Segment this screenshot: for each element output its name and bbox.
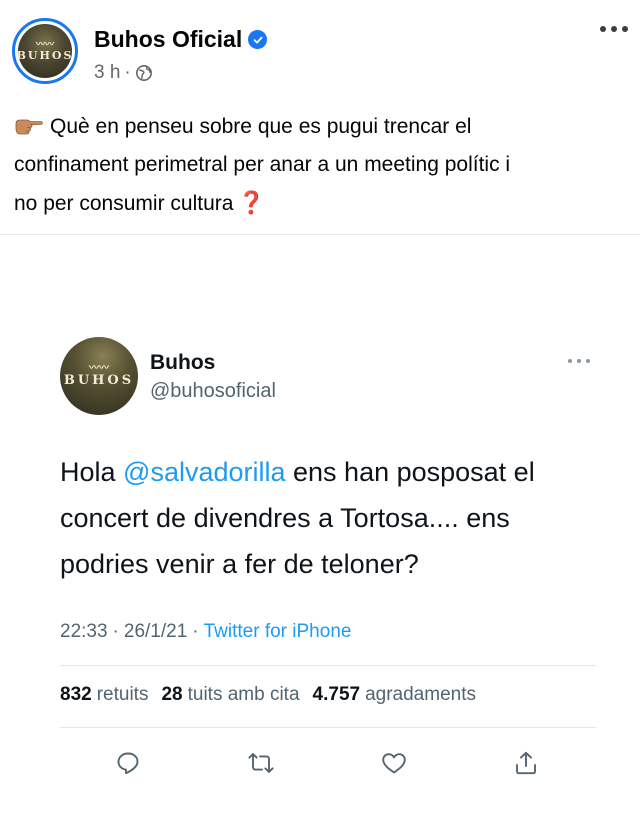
tweet-date: 26/1/21 bbox=[123, 621, 188, 642]
tweet-avatar: 〰〰 BUHOS bbox=[60, 337, 138, 415]
tweet-stats: 832 retuits 28 tuits amb cita 4.757 agradam… bbox=[60, 684, 489, 706]
tweet-meta-separator: · bbox=[112, 621, 119, 642]
retweets-count: 832 bbox=[60, 684, 92, 705]
post-header: 〰〰 BUHOS Buhos Oficial 3 h · bbox=[12, 14, 628, 90]
question-mark-emoji: ❓ bbox=[237, 190, 265, 215]
tweet-divider-top bbox=[60, 665, 596, 666]
tweet-text-start: Hola bbox=[60, 457, 124, 487]
tweet-avatar-logo-text: BUHOS bbox=[63, 373, 135, 388]
post-time[interactable]: 3 h bbox=[94, 62, 120, 84]
tweet-time: 22:33 bbox=[60, 621, 108, 642]
tweet-mention: @salvadorilla bbox=[123, 457, 286, 487]
tweet-source: Twitter for iPhone bbox=[203, 621, 352, 642]
avatar-logo-text: BUHOS bbox=[18, 48, 72, 62]
retweets-stat: 832 retuits bbox=[60, 684, 148, 706]
quotes-label: tuits amb cita bbox=[187, 684, 300, 705]
post-text-line-1: Què en penseu sobre que es pugui trencar… bbox=[50, 115, 472, 138]
share-icon bbox=[512, 749, 540, 777]
meta-separator: · bbox=[124, 62, 131, 83]
more-options-icon[interactable] bbox=[600, 20, 628, 38]
quotes-stat: 28 tuits amb cita bbox=[161, 684, 299, 706]
tweet-more-icon bbox=[568, 359, 590, 365]
likes-stat: 4.757 agradaments bbox=[313, 684, 476, 706]
quotes-count: 28 bbox=[161, 684, 183, 705]
likes-label: agradaments bbox=[365, 684, 476, 705]
tweet-text: Hola @salvadorilla ens han posposat el c… bbox=[60, 449, 600, 587]
pointing-hand-emoji bbox=[14, 110, 44, 135]
retweet-icon bbox=[247, 749, 275, 777]
page-name[interactable]: Buhos Oficial bbox=[94, 26, 242, 53]
globe-icon bbox=[135, 64, 153, 82]
tweet-meta-separator: · bbox=[192, 621, 199, 642]
tweet-handle: @buhosoficial bbox=[150, 380, 276, 402]
page-name-row: Buhos Oficial bbox=[94, 26, 268, 53]
reply-icon bbox=[114, 749, 142, 777]
post-text: Què en penseu sobre que es pugui trencar… bbox=[14, 108, 626, 223]
page-avatar[interactable]: 〰〰 BUHOS bbox=[12, 18, 78, 84]
tweet-display-name: Buhos bbox=[150, 351, 216, 374]
retweets-label: retuits bbox=[96, 684, 149, 705]
tweet-actions bbox=[114, 749, 544, 779]
like-icon bbox=[380, 749, 408, 777]
tweet-meta: 22:33 · 26/1/21 · Twitter for iPhone bbox=[60, 621, 351, 643]
verified-badge-icon bbox=[248, 30, 268, 49]
buhos-logo: 〰〰 BUHOS bbox=[18, 24, 72, 78]
tweet-screenshot[interactable]: 〰〰 BUHOS Buhos @buhosoficial Hola @salva… bbox=[0, 235, 640, 840]
post-meta: 3 h · bbox=[94, 62, 153, 84]
post-text-line-3: no per consumir cultura bbox=[14, 192, 234, 215]
tweet-divider-bottom bbox=[60, 727, 596, 728]
post-text-line-2: confinament perimetral per anar a un mee… bbox=[14, 153, 511, 176]
likes-count: 4.757 bbox=[312, 684, 361, 705]
